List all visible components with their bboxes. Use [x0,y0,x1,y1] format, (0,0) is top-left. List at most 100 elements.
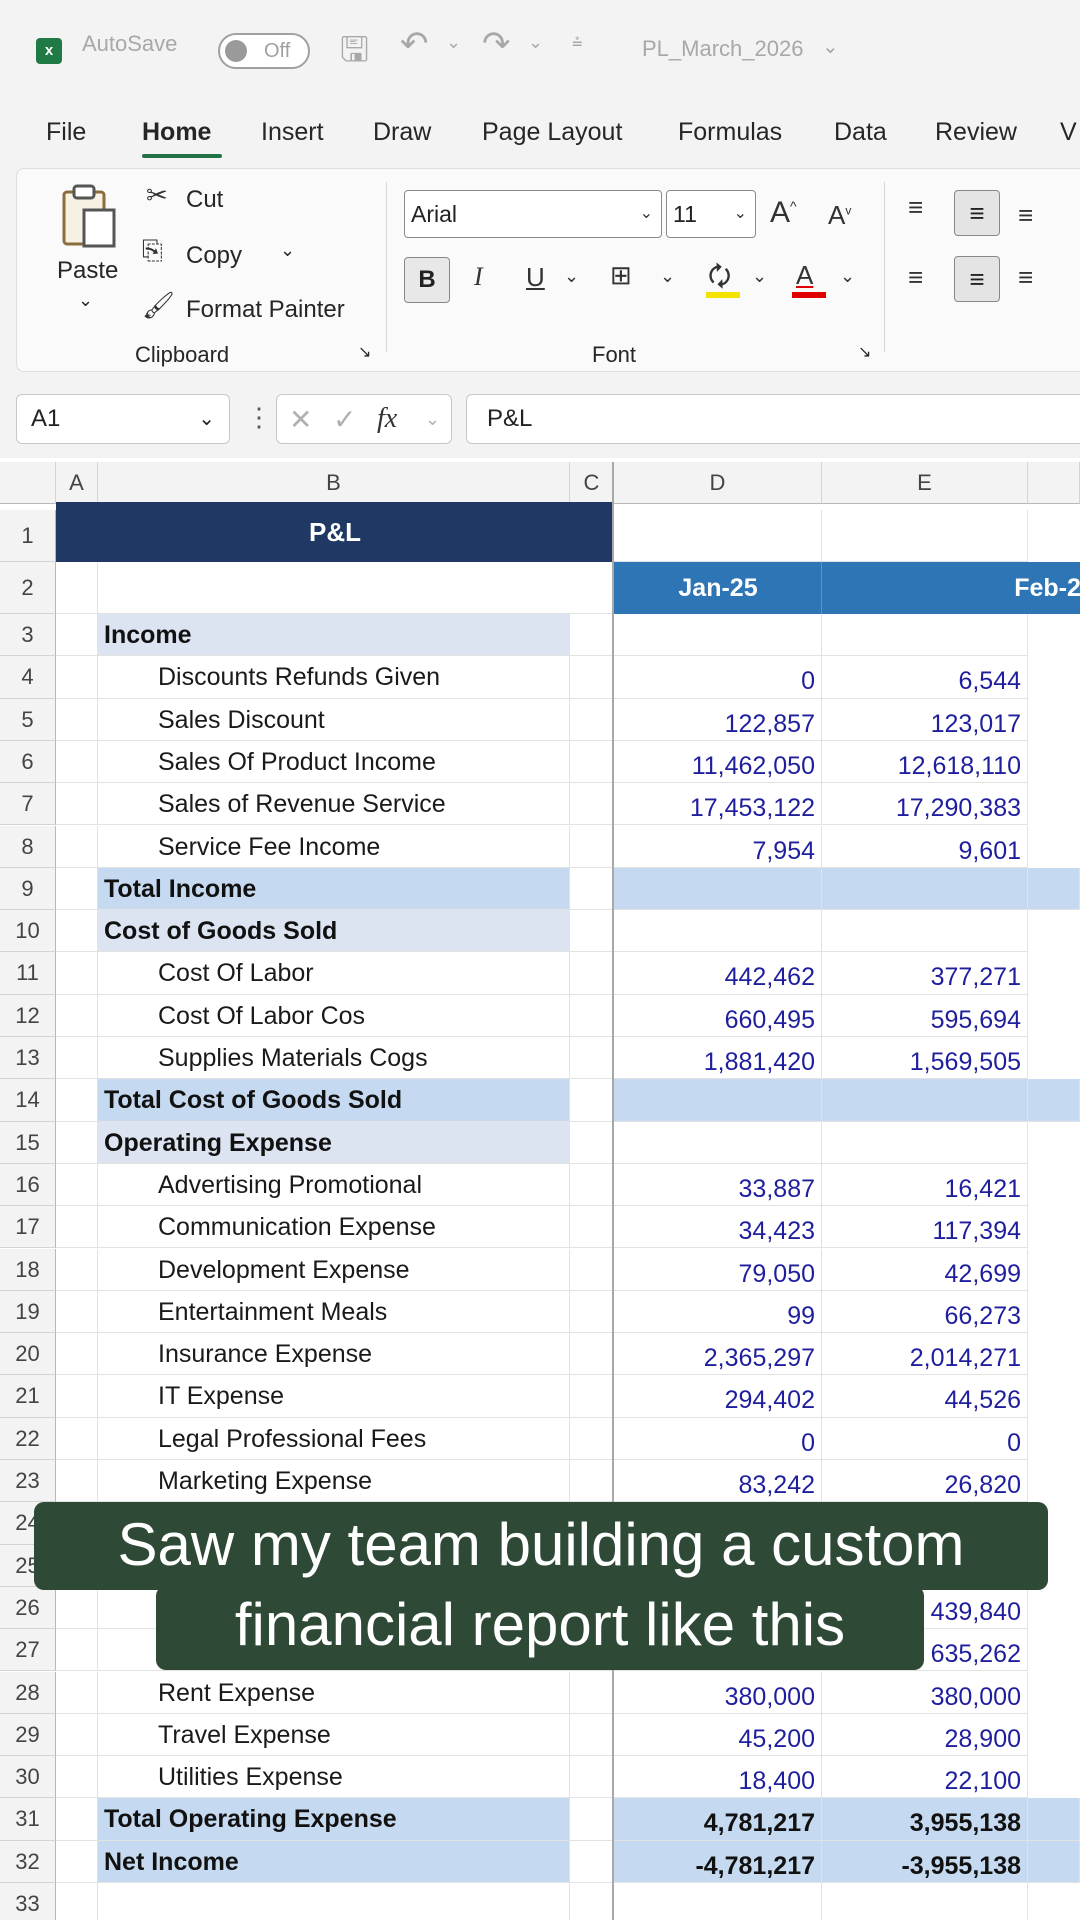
line-item-label[interactable]: Entertainment Meals [98,1290,570,1334]
value-cell-e[interactable]: 3,955,138 [822,1798,1028,1841]
cell-a[interactable] [56,1121,98,1164]
value-cell-e[interactable]: 28,900 [822,1713,1028,1757]
excel-logo-icon[interactable]: x [36,38,62,64]
grow-font-icon[interactable]: A^ [770,196,797,230]
underline-button[interactable]: U [526,262,545,293]
cell-a[interactable] [56,1375,98,1418]
tab-view[interactable]: V [1060,118,1077,147]
value-cell-e[interactable]: 16,421 [822,1163,1028,1207]
cell-c[interactable] [570,1163,614,1207]
value-cell-e[interactable]: 26,820 [822,1460,1028,1503]
row-header[interactable]: 32 [0,1840,56,1883]
section-label[interactable]: Cost of Goods Sold [98,910,570,953]
cell-c[interactable] [570,1417,614,1460]
row-header[interactable]: 8 [0,825,56,868]
cell-a[interactable] [56,1248,98,1291]
row-header[interactable]: 17 [0,1206,56,1249]
month-header[interactable]: Jan-25 [614,562,822,614]
value-cell-d[interactable]: 660,495 [614,994,822,1037]
cell-a[interactable] [56,783,98,826]
undo-icon[interactable]: ↶ [400,24,429,64]
value-cell-e[interactable]: 9,601 [822,825,1028,868]
row-header[interactable]: 13 [0,1037,56,1080]
value-cell-d[interactable] [614,1121,822,1164]
cell-c[interactable] [570,1840,614,1883]
line-item-label[interactable]: Marketing Expense [98,1460,570,1503]
row-header[interactable]: 9 [0,867,56,911]
tab-home[interactable]: Home [142,118,211,147]
cell-e[interactable] [822,510,1028,562]
line-item-label[interactable]: Sales Of Product Income [98,740,570,784]
cell-a[interactable] [56,614,98,657]
line-item-label[interactable]: Insurance Expense [98,1333,570,1376]
format-painter-icon[interactable]: 🖌 [142,290,175,321]
line-item-label[interactable]: Cost Of Labor [98,952,570,995]
cell-c[interactable] [570,1079,614,1122]
line-item-label[interactable]: Supplies Materials Cogs [98,1037,570,1080]
bold-button[interactable]: B [404,257,450,303]
value-cell-d[interactable] [614,1883,822,1920]
value-cell-d[interactable]: 7,954 [614,825,822,868]
cell-a[interactable] [56,910,98,953]
value-cell-e[interactable]: 377,271 [822,952,1028,995]
cell-f[interactable] [1028,867,1080,911]
underline-dropdown-icon[interactable]: ⌄ [564,266,579,287]
copy-button[interactable]: Copy [186,242,242,270]
column-header-f[interactable] [1028,462,1080,504]
filename-dropdown-icon[interactable]: ⌄ [822,34,839,59]
cell-a[interactable] [56,1671,98,1714]
cell-a[interactable] [56,1290,98,1334]
clipboard-launcher-icon[interactable]: ↘ [358,342,371,362]
cell-c[interactable] [570,1671,614,1714]
borders-dropdown-icon[interactable]: ⌄ [660,266,675,287]
cell-a[interactable] [56,952,98,995]
row-header[interactable]: 10 [0,910,56,953]
sheet-title-cell[interactable]: P&L [56,502,614,562]
cell-a[interactable] [56,656,98,699]
cell-f[interactable] [1028,1840,1080,1883]
cell-a[interactable] [56,1756,98,1799]
value-cell-d[interactable]: 18,400 [614,1756,822,1799]
cell-c[interactable] [570,740,614,784]
cell-c[interactable] [570,1798,614,1841]
total-label[interactable]: Net Income [98,1840,570,1883]
tab-file[interactable]: File [46,118,86,147]
cell-a[interactable] [56,1798,98,1841]
cell-a[interactable] [56,1713,98,1757]
cell-f[interactable] [1028,1079,1080,1122]
column-header-c[interactable]: C [570,462,614,504]
line-item-label[interactable]: Sales of Revenue Service [98,783,570,826]
cell-a[interactable] [56,825,98,868]
line-item-label[interactable]: IT Expense [98,1375,570,1418]
customize-toolbar-icon[interactable]: ⩮ [572,32,583,53]
name-box[interactable]: A1 ⌄ [16,394,230,444]
row-header[interactable]: 33 [0,1883,56,1920]
value-cell-e[interactable]: 0 [822,1417,1028,1460]
font-launcher-icon[interactable]: ↘ [858,342,871,362]
line-item-label[interactable]: Discounts Refunds Given [98,656,570,699]
value-cell-d[interactable]: 0 [614,1417,822,1460]
row-header[interactable]: 30 [0,1756,56,1799]
line-item-label[interactable]: Travel Expense [98,1713,570,1757]
chevron-down-icon[interactable]: ⌄ [425,409,440,430]
cell-a[interactable] [56,867,98,911]
row-header[interactable]: 29 [0,1713,56,1757]
cell-c[interactable] [570,783,614,826]
row-header[interactable]: 21 [0,1375,56,1418]
row-header[interactable]: 14 [0,1079,56,1122]
line-item-label[interactable]: Legal Professional Fees [98,1417,570,1460]
row-header[interactable]: 28 [0,1671,56,1714]
cell-c[interactable] [570,910,614,953]
row-header[interactable]: 12 [0,994,56,1037]
value-cell-d[interactable]: 380,000 [614,1671,822,1714]
spreadsheet-grid[interactable]: A B C D E 1P&L2 Jan-25 Feb-25 3 Income 4 Disco… [0,462,1080,1920]
row-header[interactable]: 31 [0,1798,56,1841]
align-bottom-icon[interactable]: ≡ [1018,200,1033,231]
value-cell-d[interactable]: 79,050 [614,1248,822,1291]
value-cell-e[interactable]: 117,394 [822,1206,1028,1249]
cell-a[interactable] [56,1417,98,1460]
value-cell-e[interactable]: 6,544 [822,656,1028,699]
file-name[interactable]: PL_March_2026 [642,36,803,62]
cell-c[interactable] [570,656,614,699]
row-header[interactable]: 5 [0,698,56,741]
